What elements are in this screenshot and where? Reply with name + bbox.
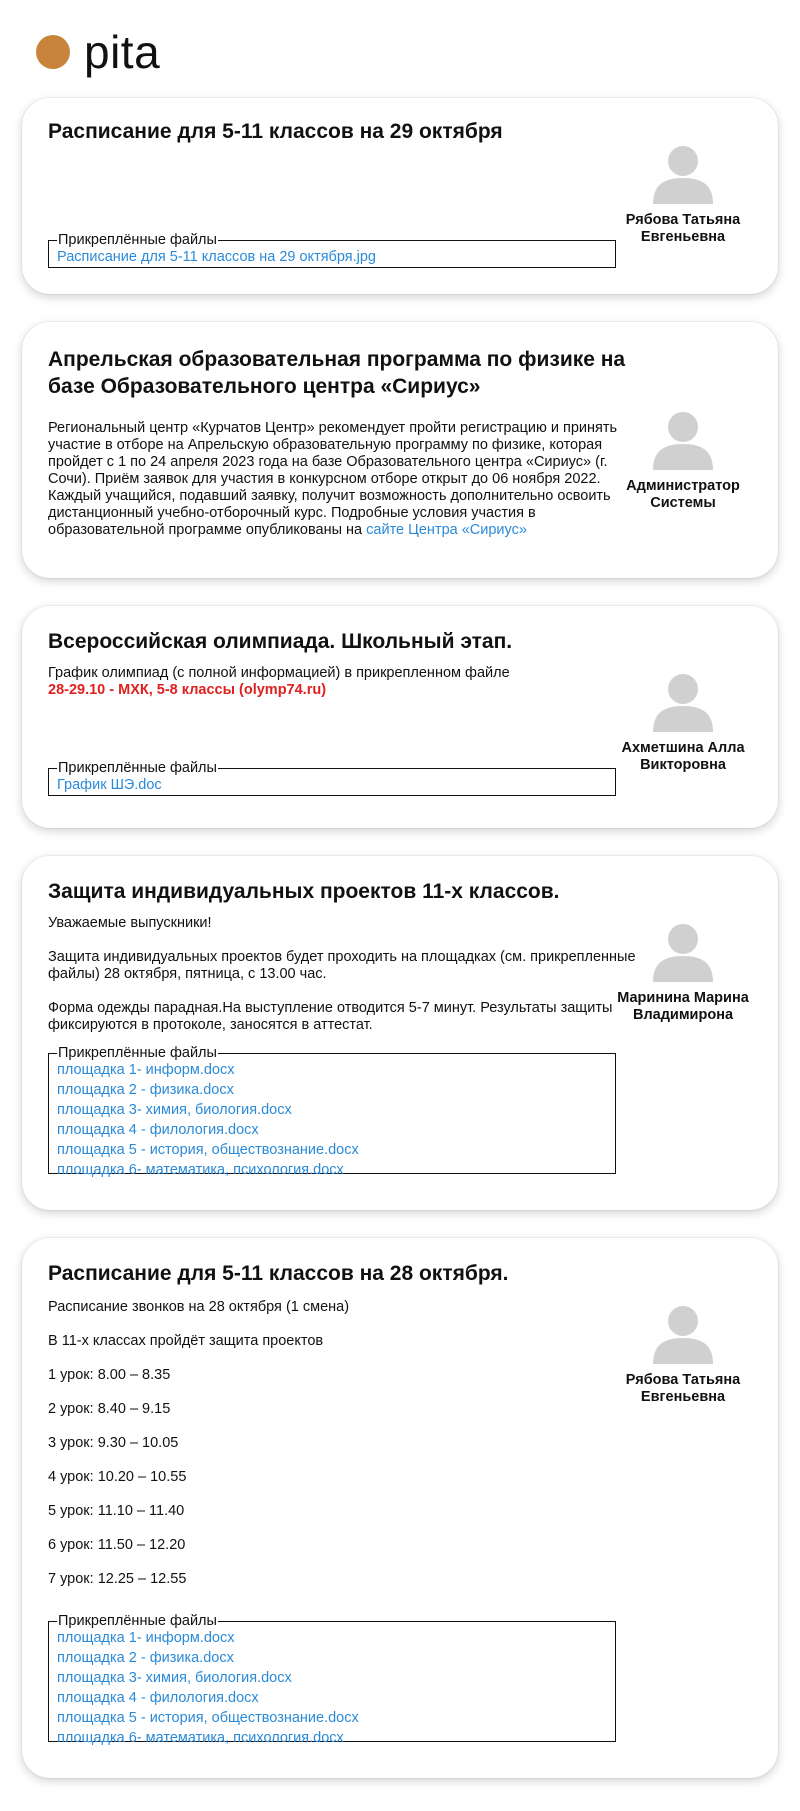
file-link[interactable]: График ШЭ.doc bbox=[57, 775, 607, 795]
card-title[interactable]: Защита индивидуальных проектов 11-х клас… bbox=[48, 878, 638, 905]
attached-files: Прикреплённые файлы График ШЭ.doc bbox=[48, 761, 616, 796]
news-card: Апрельская образовательная программа по … bbox=[22, 322, 778, 578]
avatar-icon bbox=[653, 924, 713, 982]
schedule-line: 6 урок: 11.50 – 12.20 bbox=[48, 1537, 186, 1553]
author-name: Рябова Татьяна Евгеньевна bbox=[625, 1372, 741, 1405]
card-body-text: Региональный центр «Курчатов Центр» реко… bbox=[48, 420, 618, 538]
news-card: Всероссийская олимпиада. Школьный этап. … bbox=[22, 606, 778, 828]
schedule-line: Расписание звонков на 28 октября (1 смен… bbox=[48, 1299, 350, 1315]
file-link[interactable]: площадка 1- информ.docx bbox=[57, 1060, 607, 1080]
card-title[interactable]: Всероссийская олимпиада. Школьный этап. bbox=[48, 628, 638, 655]
avatar-icon bbox=[653, 1306, 713, 1364]
file-link[interactable]: площадка 2 - физика.docx bbox=[57, 1080, 607, 1100]
author-name: Рябова Татьяна Евгеньевна bbox=[625, 212, 741, 245]
file-link[interactable]: площадка 3- химия, биология.docx bbox=[57, 1668, 607, 1688]
schedule-line: 2 урок: 8.40 – 9.15 bbox=[48, 1401, 171, 1417]
card-paragraph: Форма одежды парадная.На выступление отв… bbox=[48, 1000, 613, 1033]
file-link[interactable]: площадка 6- математика, психология.docx bbox=[57, 1728, 607, 1748]
author-block: Маринина Марина Владимирона bbox=[608, 918, 758, 1024]
card-body: Региональный центр «Курчатов Центр» реко… bbox=[48, 420, 638, 539]
card-title[interactable]: Расписание для 5-11 классов на 29 октябр… bbox=[48, 118, 638, 145]
file-link[interactable]: площадка 1- информ.docx bbox=[57, 1628, 607, 1648]
news-card: Расписание для 5-11 классов на 28 октябр… bbox=[22, 1238, 778, 1778]
site-header: pita bbox=[36, 24, 160, 80]
files-legend: Прикреплённые файлы bbox=[58, 760, 217, 776]
schedule-line: 1 урок: 8.00 – 8.35 bbox=[48, 1367, 171, 1383]
file-link[interactable]: площадка 6- математика, психология.docx bbox=[57, 1160, 607, 1180]
author-name: Ахметшина Алла Викторовна bbox=[621, 740, 745, 773]
card-title[interactable]: Расписание для 5-11 классов на 28 октябр… bbox=[48, 1260, 638, 1287]
author-name: Маринина Марина Владимирона bbox=[617, 990, 749, 1023]
attached-files: Прикреплённые файлы Расписание для 5-11 … bbox=[48, 233, 616, 268]
file-link[interactable]: Расписание для 5-11 классов на 29 октябр… bbox=[57, 247, 607, 267]
avatar-icon bbox=[653, 146, 713, 204]
logo-dot-icon bbox=[36, 35, 70, 69]
author-block: Администратор Системы bbox=[608, 406, 758, 512]
card-body: График олимпиад (с полной информацией) в… bbox=[48, 665, 510, 681]
schedule-line: В 11-х классах пройдёт защита проектов bbox=[48, 1333, 324, 1349]
schedule-line: 5 урок: 11.10 – 11.40 bbox=[48, 1503, 185, 1519]
sirius-site-link[interactable]: сайте Центра «Сириус» bbox=[366, 522, 527, 538]
card-paragraph: Защита индивидуальных проектов будет про… bbox=[48, 949, 636, 982]
avatar-icon bbox=[653, 412, 713, 470]
author-block: Рябова Татьяна Евгеньевна bbox=[608, 140, 758, 246]
news-card: Расписание для 5-11 классов на 29 октябр… bbox=[22, 98, 778, 294]
attached-files: Прикреплённые файлы площадка 1- информ.d… bbox=[48, 1045, 616, 1178]
attached-files: Прикреплённые файлы площадка 1- информ.d… bbox=[48, 1613, 616, 1746]
avatar-icon bbox=[653, 674, 713, 732]
files-legend: Прикреплённые файлы bbox=[58, 1045, 217, 1061]
card-paragraph: Уважаемые выпускники! bbox=[48, 915, 212, 931]
file-link[interactable]: площадка 5 - история, обществознание.doc… bbox=[57, 1140, 607, 1160]
file-link[interactable]: площадка 4 - филология.docx bbox=[57, 1120, 607, 1140]
file-link[interactable]: площадка 4 - филология.docx bbox=[57, 1688, 607, 1708]
news-card: Защита индивидуальных проектов 11-х клас… bbox=[22, 856, 778, 1210]
olympiad-highlight: 28-29.10 - МХК, 5-8 классы (olymp74.ru) bbox=[48, 682, 327, 698]
file-link[interactable]: площадка 5 - история, обществознание.doc… bbox=[57, 1708, 607, 1728]
author-block: Ахметшина Алла Викторовна bbox=[608, 668, 758, 774]
schedule-line: 3 урок: 9.30 – 10.05 bbox=[48, 1435, 179, 1451]
files-legend: Прикреплённые файлы bbox=[58, 1613, 217, 1629]
author-block: Рябова Татьяна Евгеньевна bbox=[608, 1300, 758, 1406]
schedule-line: 4 урок: 10.20 – 10.55 bbox=[48, 1469, 187, 1485]
card-title[interactable]: Апрельская образовательная программа по … bbox=[48, 346, 638, 400]
file-link[interactable]: площадка 3- химия, биология.docx bbox=[57, 1100, 607, 1120]
author-name: Администратор Системы bbox=[626, 478, 740, 511]
file-link[interactable]: площадка 2 - физика.docx bbox=[57, 1648, 607, 1668]
files-legend: Прикреплённые файлы bbox=[58, 232, 217, 248]
schedule-line: 7 урок: 12.25 – 12.55 bbox=[48, 1571, 187, 1587]
logo-text[interactable]: pita bbox=[84, 29, 160, 75]
